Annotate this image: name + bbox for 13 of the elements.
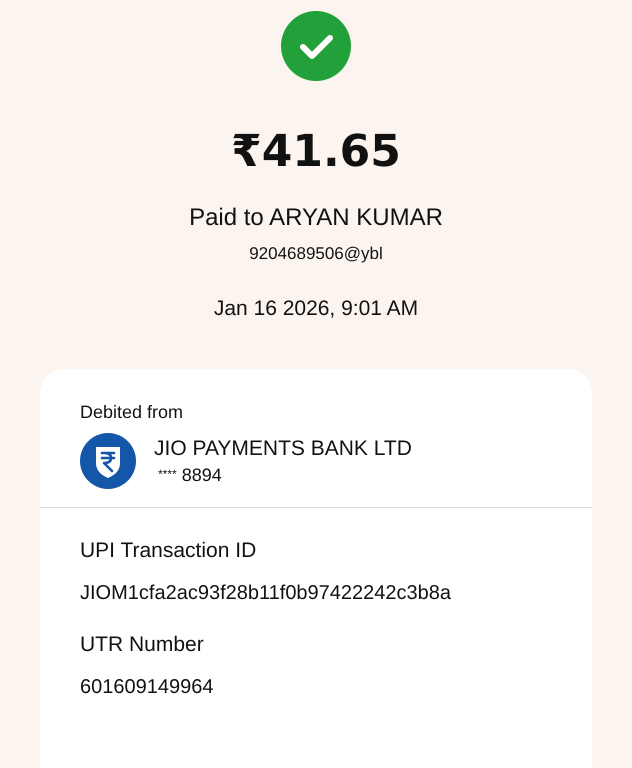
account-mask: **** xyxy=(158,467,177,481)
field-value: 601609149964 xyxy=(80,675,214,700)
debited-label: Debited from xyxy=(80,401,184,423)
amount: ₹41.65 xyxy=(231,127,401,177)
field-label: UPI Transaction ID xyxy=(80,538,258,564)
bank-logo-icon xyxy=(80,433,136,489)
bank-name: JIO PAYMENTS BANK LTD xyxy=(154,436,412,462)
payee-name: Paid to ARYAN KUMAR xyxy=(189,204,443,232)
account-number: 8894 xyxy=(182,464,222,486)
field-label: UTR Number xyxy=(80,632,205,658)
upi-id: 9204689506@ybl xyxy=(249,244,383,264)
transaction-date: Jan 16 2026, 9:01 AM xyxy=(214,296,418,322)
field-value: JIOM1cfa2ac93f28b11f0b97422242c3b8a xyxy=(80,581,452,606)
